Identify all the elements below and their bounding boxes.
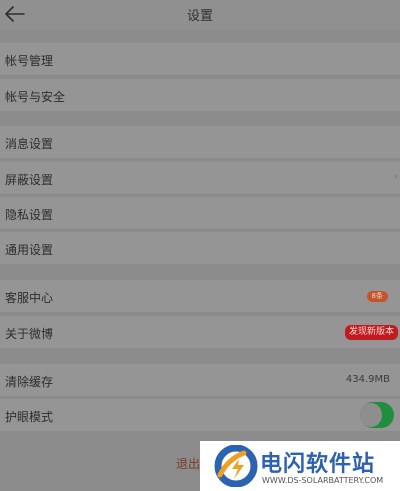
- message-settings-row[interactable]: 消息设置: [0, 126, 400, 158]
- settings-screen: 设置 帐号管理 帐号与安全 消息设置 屏蔽设置 › 隐私设置 通用设置 客服中心…: [0, 0, 400, 491]
- eye-care-row: 护眼模式: [0, 399, 400, 431]
- block-settings-row[interactable]: 屏蔽设置 ›: [0, 162, 400, 194]
- customer-service-label: 客服中心: [5, 291, 54, 305]
- new-version-badge: 发现新版本: [344, 325, 398, 340]
- page-title: 设置: [186, 9, 213, 24]
- general-settings-label: 通用设置: [5, 243, 54, 257]
- service-count-badge: 8条: [366, 291, 388, 302]
- divider: [0, 313, 400, 314]
- site-watermark: 电闪软件站 WWW.DS-SOLARBATTERY.COM: [200, 441, 400, 491]
- toggle-knob: [360, 403, 382, 427]
- privacy-settings-row[interactable]: 隐私设置: [0, 197, 400, 229]
- lightning-logo-icon: [214, 445, 258, 487]
- general-settings-row[interactable]: 通用设置: [0, 232, 400, 264]
- about-weibo-row[interactable]: 关于微博 发现新版本: [0, 316, 400, 348]
- clear-cache-row[interactable]: 清除缓存 434.9MB: [0, 364, 400, 396]
- clear-cache-label: 清除缓存: [5, 375, 54, 389]
- chevron-right-icon: ›: [394, 172, 398, 182]
- cache-size-value: 434.9MB: [345, 374, 390, 385]
- account-manage-label: 帐号管理: [5, 54, 54, 68]
- divider: [0, 396, 400, 397]
- account-security-row[interactable]: 帐号与安全: [0, 79, 400, 111]
- eye-care-toggle[interactable]: [360, 402, 394, 428]
- account-manage-row[interactable]: 帐号管理: [0, 43, 400, 75]
- divider: [0, 229, 400, 230]
- top-bar: 设置: [0, 0, 400, 30]
- divider: [0, 75, 400, 76]
- account-security-label: 帐号与安全: [5, 90, 66, 104]
- divider: [0, 194, 400, 195]
- customer-service-row[interactable]: 客服中心 8条: [0, 280, 400, 312]
- watermark-title: 电闪软件站: [260, 452, 376, 477]
- about-weibo-label: 关于微博: [5, 327, 54, 341]
- watermark-subtitle: WWW.DS-SOLARBATTERY.COM: [262, 476, 384, 485]
- logout-button[interactable]: 退出: [176, 455, 200, 472]
- block-settings-label: 屏蔽设置: [5, 173, 54, 187]
- message-settings-label: 消息设置: [5, 137, 54, 151]
- eye-care-label: 护眼模式: [5, 410, 54, 424]
- privacy-settings-label: 隐私设置: [5, 208, 54, 222]
- divider: [0, 159, 400, 160]
